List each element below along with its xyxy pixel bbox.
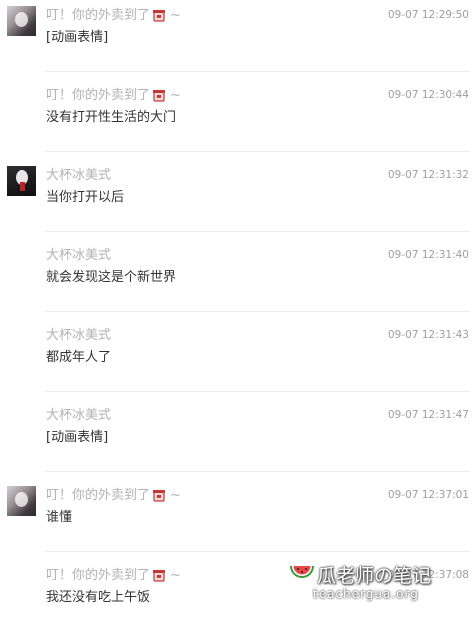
sender-suffix: ~ [170,568,181,583]
message-divider [45,71,470,72]
takeout-box-icon [153,90,166,102]
chat-message: 叮！你的外卖到了 ~ 09-07 12:37:01 谁懂 [0,480,475,560]
watermelon-icon [290,566,314,578]
message-text: 没有打开性生活的大门 [46,110,177,125]
message-divider [45,231,470,232]
message-text: 当你打开以后 [46,190,125,205]
sender-name[interactable]: 大杯冰美式 [46,408,111,423]
sender-suffix: ~ [170,88,181,103]
message-divider [45,391,470,392]
sender-suffix: ~ [170,8,181,23]
sender-name[interactable]: 叮！你的外卖到了 [46,568,150,583]
sender-name-row: 大杯冰美式 [46,247,111,265]
message-divider [45,311,470,312]
message-text: [动画表情] [46,30,109,45]
watermark: 瓜老师の笔记 teachergua.org [287,561,467,606]
sender-name[interactable]: 大杯冰美式 [46,328,111,343]
message-time: 09-07 12:31:32 [387,169,469,181]
sender-name-row: 叮！你的外卖到了 ~ [46,87,181,105]
sender-name[interactable]: 叮！你的外卖到了 [46,488,150,503]
watermark-url: teachergua.org [313,587,419,601]
watermark-title: 瓜老师の笔记 [317,565,432,587]
chat-message: 大杯冰美式 09-07 12:31:43 都成年人了 [0,320,475,400]
message-time: 09-07 12:31:40 [387,249,469,261]
avatar[interactable] [7,166,36,196]
message-time: 09-07 12:30:44 [387,89,469,101]
avatar[interactable] [7,486,36,516]
sender-name[interactable]: 叮！你的外卖到了 [46,8,150,23]
takeout-box-icon [153,570,166,582]
message-time: 09-07 12:31:43 [387,329,469,341]
message-divider [45,151,470,152]
message-text: 我还没有吃上午饭 [46,590,151,605]
sender-name[interactable]: 大杯冰美式 [46,248,111,263]
sender-suffix: ~ [170,488,181,503]
chat-message: 大杯冰美式 09-07 12:31:32 当你打开以后 [0,160,475,240]
avatar[interactable] [7,6,36,36]
message-time: 09-07 12:29:50 [387,9,469,21]
message-divider [45,471,470,472]
takeout-box-icon [153,490,166,502]
sender-name-row: 叮！你的外卖到了 ~ [46,487,181,505]
message-time: 09-07 12:37:01 [387,489,469,501]
message-divider [45,551,470,552]
chat-message: 大杯冰美式 09-07 12:31:47 [动画表情] [0,400,475,480]
sender-name-row: 大杯冰美式 [46,407,111,425]
message-time: 09-07 12:31:47 [387,409,469,421]
chat-message: 叮！你的外卖到了 ~ 09-07 12:29:50 [动画表情] [0,0,475,80]
sender-name-row: 大杯冰美式 [46,327,111,345]
sender-name[interactable]: 大杯冰美式 [46,168,111,183]
sender-name-row: 叮！你的外卖到了 ~ [46,567,181,585]
takeout-box-icon [153,10,166,22]
sender-name[interactable]: 叮！你的外卖到了 [46,88,150,103]
message-text: 都成年人了 [46,350,112,365]
message-text: [动画表情] [46,430,109,445]
sender-name-row: 叮！你的外卖到了 ~ [46,7,181,25]
sender-name-row: 大杯冰美式 [46,167,111,185]
chat-message: 叮！你的外卖到了 ~ 09-07 12:30:44 没有打开性生活的大门 [0,80,475,160]
chat-message: 大杯冰美式 09-07 12:31:40 就会发现这是个新世界 [0,240,475,320]
message-text: 就会发现这是个新世界 [46,270,177,285]
message-text: 谁懂 [46,510,73,525]
